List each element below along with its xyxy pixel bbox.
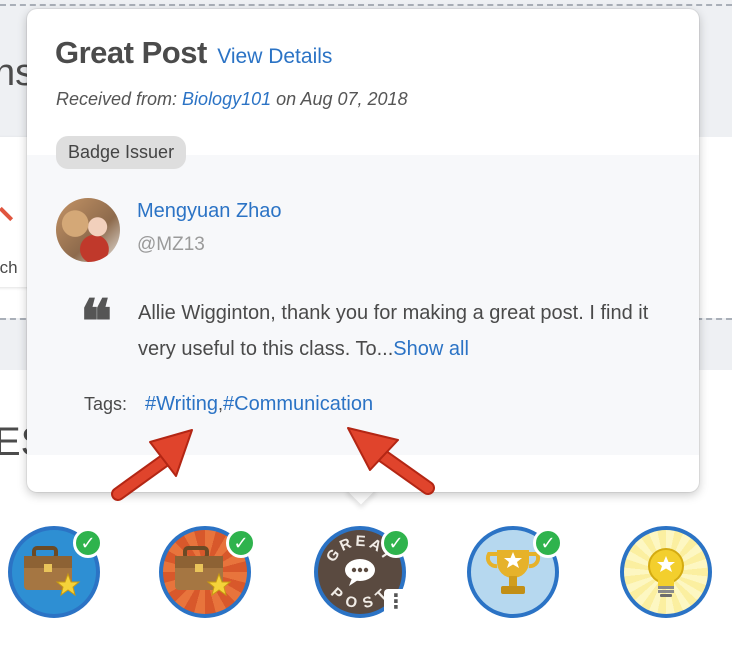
issuer-link[interactable]: Biology101: [182, 89, 271, 109]
annotation-arrow-icon: [347, 427, 435, 495]
earned-check-icon: ✓: [533, 528, 563, 558]
view-details-link[interactable]: View Details: [217, 45, 332, 68]
tags-row: Tags: #Writing,#Communication: [84, 393, 373, 416]
received-from-line: Received from: Biology101 on Aug 07, 201…: [56, 89, 408, 110]
dashed-divider: [0, 4, 732, 6]
earned-check-icon: ✓: [381, 528, 411, 558]
tags-label: Tags:: [84, 394, 128, 414]
quote-icon: ❝: [80, 287, 113, 357]
received-prefix: Received from:: [56, 89, 183, 109]
earned-check-icon: ✓: [73, 528, 103, 558]
background-card-text: rch: [0, 258, 18, 277]
badge-menu-button[interactable]: ⋮: [384, 589, 408, 615]
tag-communication[interactable]: #Communication: [223, 393, 373, 415]
lightbulb-star-icon: [648, 548, 684, 597]
earned-check-icon: ✓: [226, 528, 256, 558]
received-date: on Aug 07, 2018: [271, 89, 408, 109]
badge-title: Great Post: [55, 35, 207, 70]
badge-issuer-label: Badge Issuer: [56, 136, 187, 169]
badge-message: Allie Wigginton, thank you for making a …: [138, 295, 678, 367]
badge-lightbulb[interactable]: [620, 526, 712, 618]
avatar[interactable]: [56, 198, 120, 262]
tag-writing[interactable]: #Writing: [145, 393, 218, 415]
issuer-user-name[interactable]: Mengyuan Zhao: [137, 200, 282, 223]
popover-header: Great Post View Details: [55, 35, 332, 71]
issuer-user-handle: @MZ13: [137, 234, 205, 255]
annotation-arrow-icon: [111, 429, 193, 501]
show-all-link[interactable]: Show all: [393, 338, 469, 360]
